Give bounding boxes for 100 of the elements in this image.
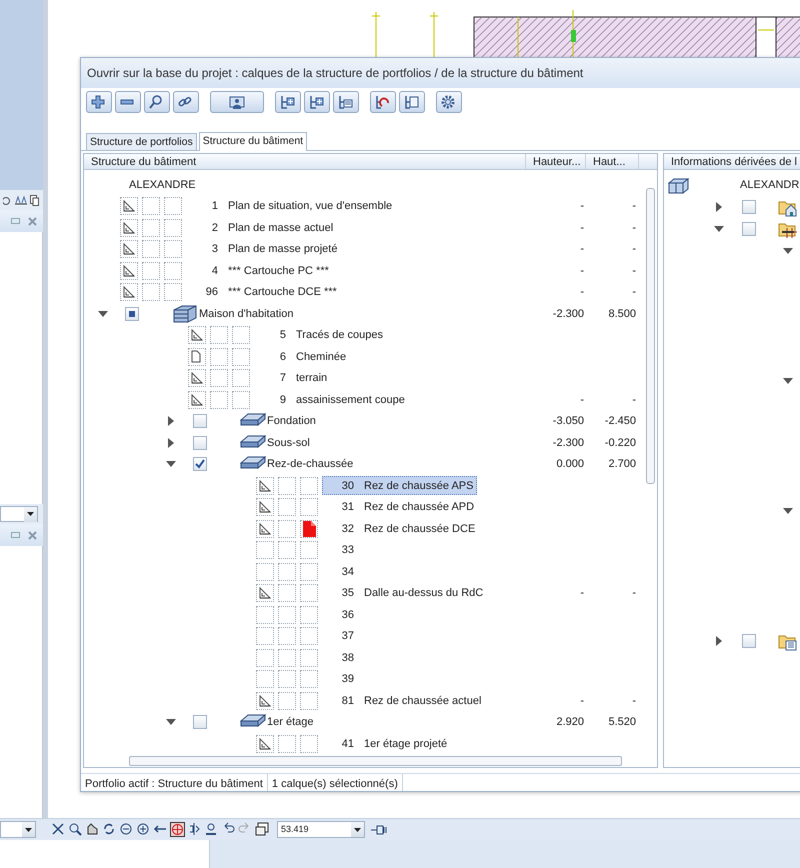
tree-node-label[interactable]: Maison d'habitation xyxy=(199,306,294,322)
layer-cell[interactable] xyxy=(232,348,250,366)
layer-cell[interactable] xyxy=(300,670,318,688)
layer-item[interactable]: 34 xyxy=(322,562,358,582)
layer-cell[interactable] xyxy=(188,326,206,344)
layer-cell[interactable] xyxy=(278,476,296,495)
layer-cell[interactable] xyxy=(256,498,274,516)
layer-cell[interactable] xyxy=(256,541,274,560)
layer-cell[interactable] xyxy=(278,541,296,560)
layer-item[interactable]: 38 xyxy=(322,648,358,668)
zoom-out-icon[interactable] xyxy=(119,822,134,837)
layer-cell[interactable] xyxy=(164,218,182,237)
dropdown-arrow-icon[interactable] xyxy=(27,512,34,516)
layer-item[interactable]: 39 xyxy=(322,670,358,689)
layer-cell[interactable] xyxy=(278,498,296,516)
layer-cell[interactable] xyxy=(256,627,274,646)
toolbar-button[interactable] xyxy=(144,91,170,113)
layer-cell[interactable] xyxy=(300,627,318,646)
layer-cell[interactable] xyxy=(210,326,228,344)
text-size-icon[interactable] xyxy=(15,195,27,205)
layer-cell[interactable] xyxy=(142,240,160,258)
refresh-icon[interactable] xyxy=(3,194,12,206)
checkbox[interactable] xyxy=(742,222,756,236)
layer-cell[interactable] xyxy=(278,627,296,646)
layer-cell[interactable] xyxy=(164,283,182,302)
layer-cell[interactable] xyxy=(300,520,318,538)
mirror-icon[interactable] xyxy=(187,822,202,837)
checkbox[interactable] xyxy=(193,414,207,428)
layer-cell[interactable] xyxy=(278,734,296,753)
layer-cell[interactable] xyxy=(120,283,138,302)
checkbox[interactable] xyxy=(193,715,207,730)
layer-item[interactable]: 3 Plan de masse projeté xyxy=(186,240,342,259)
layer-item[interactable]: 41 1er étage projeté xyxy=(322,734,452,754)
checkbox[interactable] xyxy=(742,200,756,214)
layer-cell[interactable] xyxy=(142,197,160,216)
zoom-icon[interactable] xyxy=(68,822,83,837)
layer-cell[interactable] xyxy=(300,734,318,753)
layer-cell[interactable] xyxy=(188,369,206,388)
windows-icon[interactable] xyxy=(255,822,270,837)
checkbox[interactable] xyxy=(193,436,207,450)
layer-item[interactable]: 9 assainissement coupe xyxy=(254,390,409,410)
toolbar-button[interactable] xyxy=(399,91,425,113)
tree-node-label[interactable]: Sous-sol xyxy=(267,434,310,451)
layer-item[interactable]: 35 Dalle au-dessus du RdC xyxy=(322,584,488,603)
layer-item[interactable]: 31 Rez de chaussée APD xyxy=(322,498,478,517)
layer-cell[interactable] xyxy=(300,498,318,516)
toolbar-button[interactable] xyxy=(304,91,330,113)
layer-cell[interactable] xyxy=(278,692,296,710)
layer-cell[interactable] xyxy=(278,606,296,624)
layer-cell[interactable] xyxy=(256,476,274,495)
close-icon[interactable] xyxy=(28,216,37,226)
dropdown-field[interactable] xyxy=(0,506,38,522)
column-header[interactable]: Informations dérivées de l xyxy=(664,154,800,169)
layer-item[interactable]: 96 *** Cartouche DCE *** xyxy=(186,282,341,302)
layer-cell[interactable] xyxy=(300,648,318,667)
tree-root-label[interactable]: ALEXANDRE xyxy=(129,176,196,193)
layer-item[interactable]: 32 Rez de chaussée DCE xyxy=(322,519,480,538)
layer-cell[interactable] xyxy=(164,240,182,258)
layer-cell[interactable] xyxy=(164,197,182,216)
checkbox[interactable] xyxy=(125,306,139,321)
layer-item[interactable]: 5 Tracés de coupes xyxy=(254,326,388,345)
layer-cell[interactable] xyxy=(120,262,138,280)
layer-cell[interactable] xyxy=(256,734,274,753)
layer-cell[interactable] xyxy=(232,369,250,388)
layer-cell[interactable] xyxy=(232,326,250,344)
value-field[interactable]: 53.419 xyxy=(277,821,365,838)
layer-item[interactable]: 4 *** Cartouche PC *** xyxy=(186,261,333,280)
checkbox[interactable] xyxy=(742,634,756,648)
scrollbar-thumb[interactable] xyxy=(129,756,622,766)
layer-item[interactable]: 6 Cheminée xyxy=(254,347,350,366)
layer-cell[interactable] xyxy=(278,584,296,602)
toolbar-button[interactable] xyxy=(86,91,112,113)
layer-cell[interactable] xyxy=(300,584,318,602)
grid-globe-icon[interactable] xyxy=(170,822,185,837)
cross-arrows-icon[interactable] xyxy=(51,822,66,837)
column-header[interactable]: Haut... xyxy=(586,154,639,169)
layer-cell[interactable] xyxy=(300,606,318,624)
dropdown-arrow-icon[interactable] xyxy=(354,828,361,832)
layer-cell[interactable] xyxy=(256,692,274,710)
layer-item[interactable]: 33 xyxy=(322,540,358,560)
layer-cell[interactable] xyxy=(278,562,296,581)
tree-node-label[interactable]: Rez-de-chaussée xyxy=(267,456,354,472)
column-header[interactable]: Hauteur... xyxy=(526,154,586,169)
layer-cell[interactable] xyxy=(232,390,250,409)
toolbar-button[interactable] xyxy=(173,91,199,113)
tree-node-label[interactable]: Fondation xyxy=(267,413,316,430)
layer-item[interactable]: 1 Plan de situation, vue d'ensemble xyxy=(186,196,396,216)
layer-item[interactable]: 36 xyxy=(322,605,358,624)
dropdown-arrow-icon[interactable] xyxy=(25,828,32,832)
layer-cell[interactable] xyxy=(300,562,318,581)
layer-item[interactable]: 30 Rez de chaussée APS xyxy=(322,476,478,496)
layer-item[interactable]: 37 xyxy=(322,626,358,646)
layer-cell[interactable] xyxy=(164,262,182,280)
layer-item[interactable]: 81 Rez de chaussée actuel xyxy=(322,691,486,710)
close-icon[interactable] xyxy=(28,530,37,540)
layer-cell[interactable] xyxy=(120,240,138,258)
toolbar-button[interactable] xyxy=(333,91,359,113)
layer-cell[interactable] xyxy=(210,390,228,409)
layer-cell[interactable] xyxy=(300,541,318,560)
layer-cell[interactable] xyxy=(278,648,296,667)
